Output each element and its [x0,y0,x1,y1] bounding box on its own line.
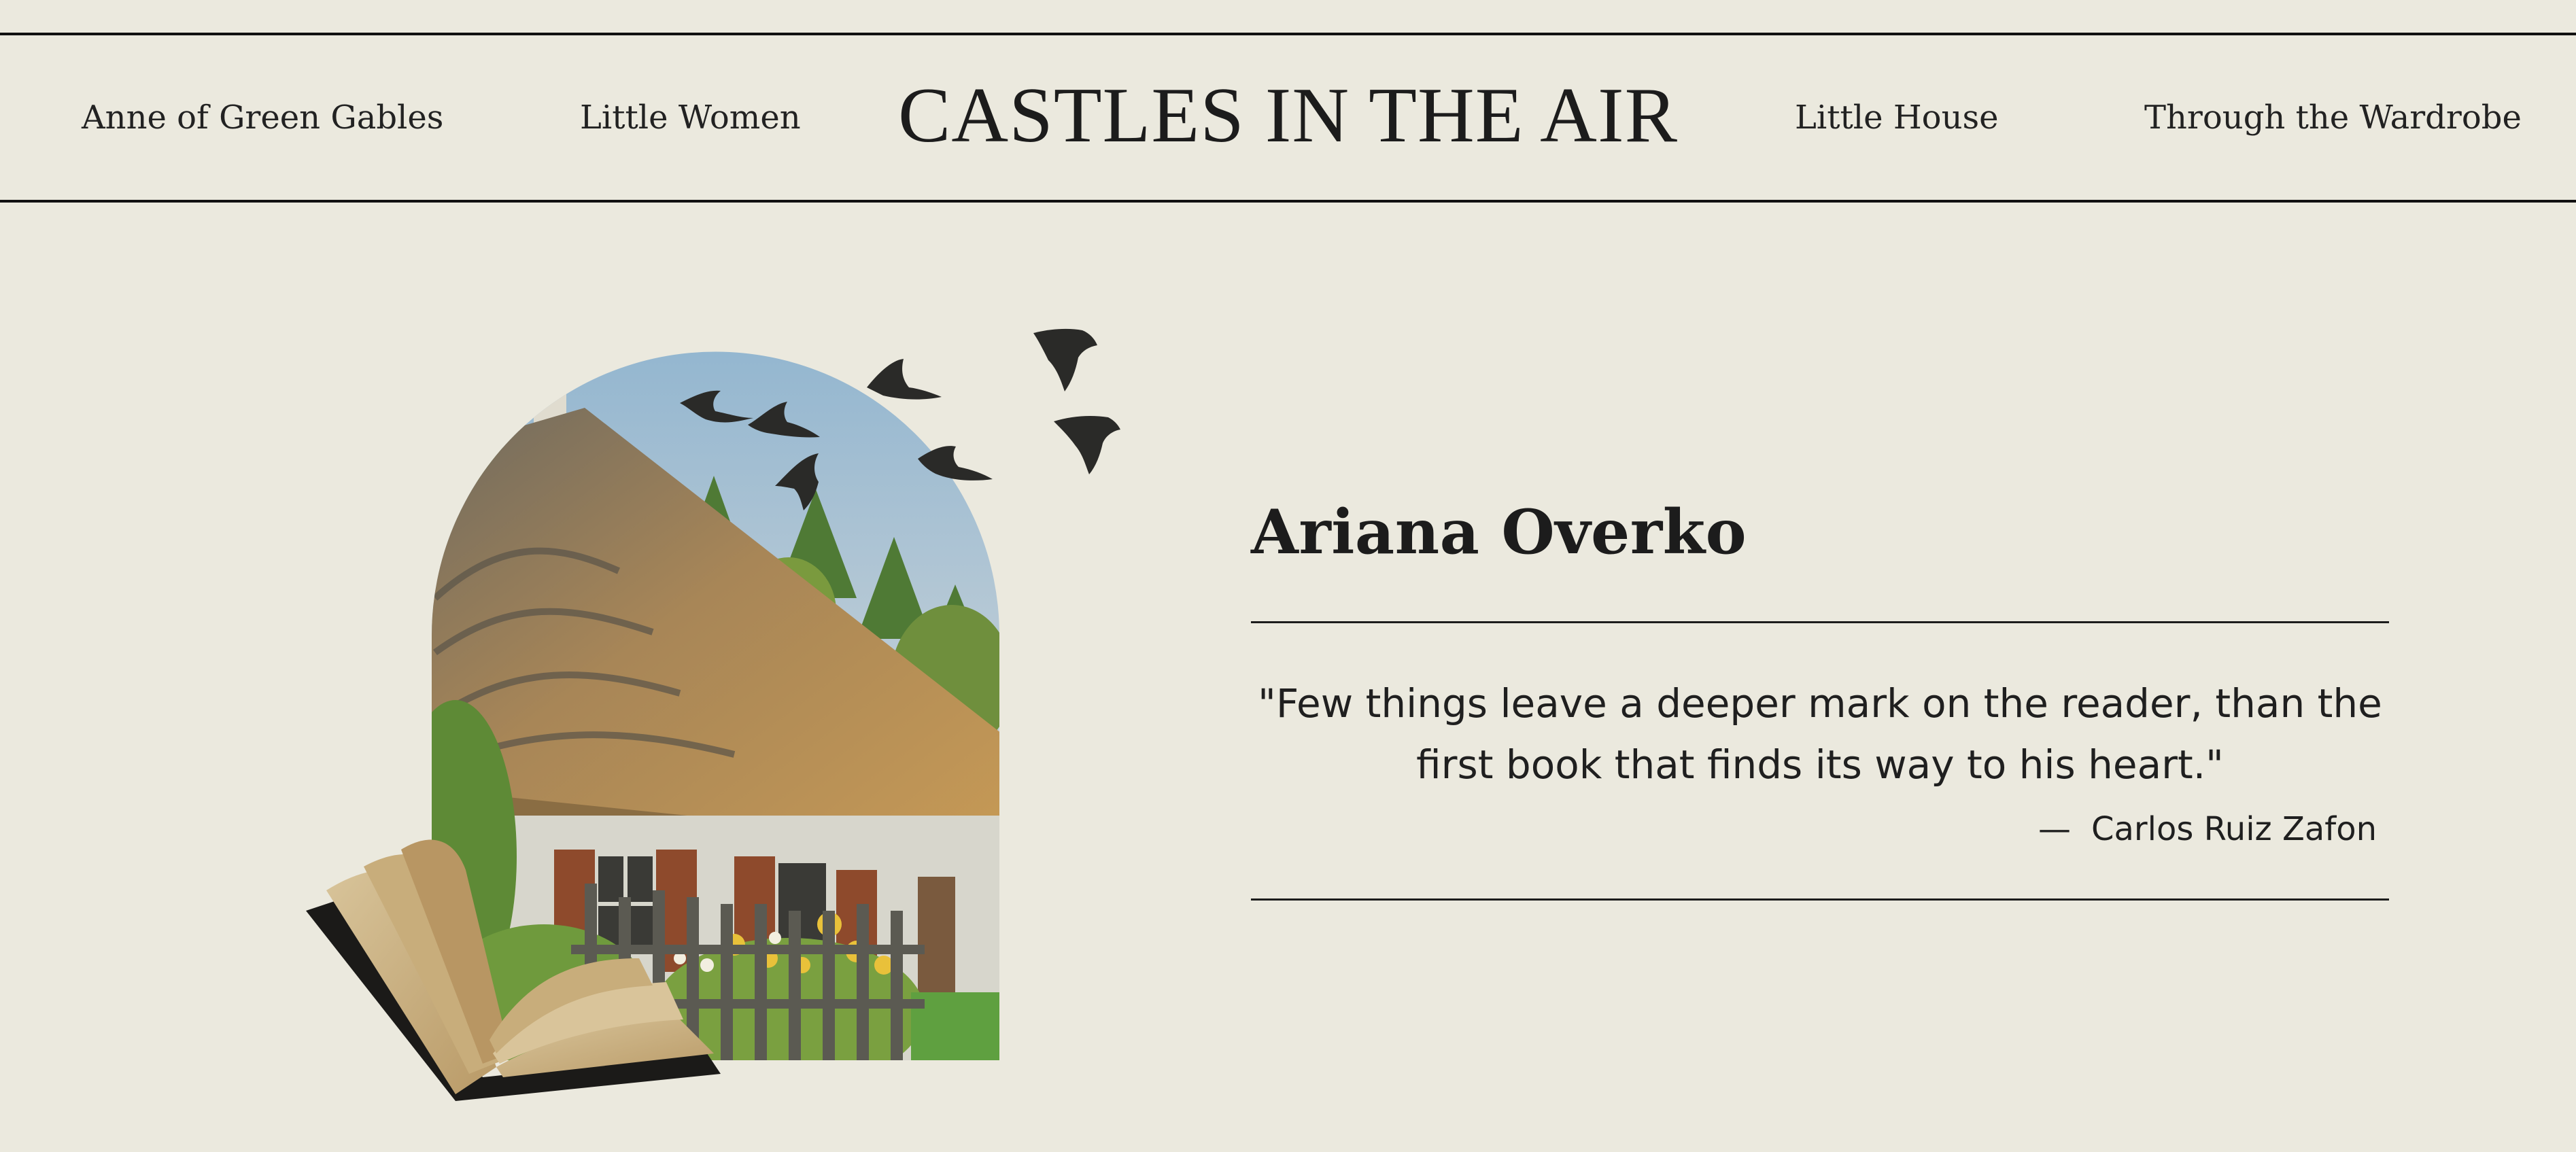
cottage-illustration [306,328,1120,1101]
nav-link-through-the-wardrobe[interactable]: Through the Wardrobe [2144,35,2522,200]
divider-top [1251,621,2389,623]
hero-illustration [299,313,1142,1128]
bird-icon [1054,416,1120,474]
divider-bottom [1251,898,2389,901]
quote-author-name: Carlos Ruiz Zafon [2091,810,2377,848]
quote-text: "Few things leave a deeper mark on the r… [1258,680,2382,788]
nav-link-little-women[interactable]: Little Women [580,35,801,200]
quote-dash: — [2038,810,2071,848]
bird-icon [1033,328,1097,391]
nav-link-anne-of-green-gables[interactable]: Anne of Green Gables [82,35,443,200]
bird-icon [867,359,942,400]
site-header: Anne of Green Gables Little Women CASTLE… [0,33,2576,203]
quote-attribution: — Carlos Ruiz Zafon [2038,810,2377,848]
site-title[interactable]: CASTLES IN THE AIR [898,72,1678,159]
author-name: Ariana Overko [1251,496,1747,568]
nav-link-little-house[interactable]: Little House [1795,35,1999,200]
